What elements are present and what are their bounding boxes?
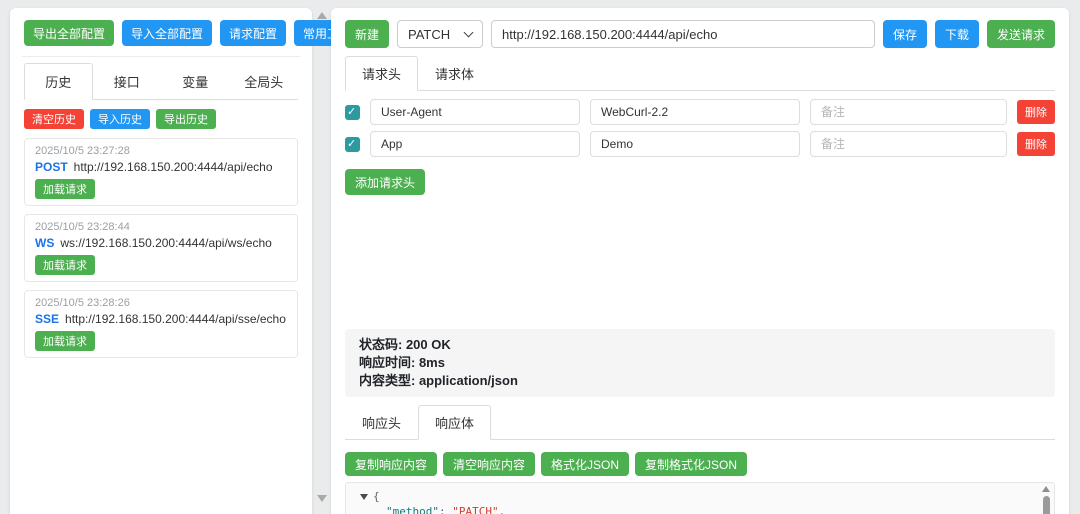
- new-request-button[interactable]: 新建: [345, 20, 390, 48]
- divider: [22, 56, 300, 57]
- scroll-up-icon[interactable]: [1042, 486, 1050, 492]
- method-select-value: PATCH: [408, 26, 451, 42]
- format-json-button[interactable]: 格式化JSON: [541, 452, 630, 476]
- tab-request-body[interactable]: 请求体: [418, 56, 491, 91]
- history-list: 2025/10/5 23:27:28 POST http://192.168.15…: [24, 138, 298, 358]
- header-row: 删除: [345, 99, 1055, 125]
- json-token-str: "PATCH": [452, 505, 499, 514]
- history-timestamp: 2025/10/5 23:28:26: [35, 297, 130, 309]
- delete-header-button[interactable]: 删除: [1017, 132, 1055, 156]
- header-key-input[interactable]: [370, 99, 580, 125]
- request-tabs: 请求头 请求体: [345, 56, 1055, 91]
- tab-variables[interactable]: 变量: [161, 63, 230, 100]
- response-summary: 状态码: 200 OK 响应时间: 8ms 内容类型: application/…: [345, 329, 1055, 397]
- json-token-punc: ,: [498, 505, 506, 514]
- header-enabled-checkbox[interactable]: [345, 104, 360, 120]
- header-key-input[interactable]: [370, 131, 580, 157]
- response-scrollbar[interactable]: [1041, 486, 1051, 514]
- history-item: 2025/10/5 23:28:26 SSE http://192.168.150…: [24, 290, 298, 358]
- history-url: ws://192.168.150.200:4444/api/ws/echo: [60, 236, 272, 250]
- export-history-button[interactable]: 导出历史: [156, 109, 216, 129]
- history-method: SSE: [35, 312, 60, 326]
- json-content: {"method": "PATCH","url": "http://192.16…: [356, 489, 1034, 514]
- sidebar-tabs: 历史 接口 变量 全局头: [24, 63, 298, 100]
- clear-response-button[interactable]: 清空响应内容: [443, 452, 536, 476]
- json-token-punc: :: [438, 505, 453, 514]
- collapse-toggle-icon[interactable]: [360, 494, 368, 500]
- save-button[interactable]: 保存: [882, 20, 927, 48]
- header-note-input[interactable]: [810, 131, 1007, 157]
- history-timestamp: 2025/10/5 23:28:44: [35, 221, 130, 233]
- import-history-button[interactable]: 导入历史: [90, 109, 150, 129]
- history-method: POST: [35, 160, 68, 174]
- scroll-down-icon[interactable]: [317, 495, 327, 502]
- request-config-button[interactable]: 请求配置: [220, 20, 287, 46]
- json-line: "method": "PATCH",: [356, 504, 1034, 514]
- scroll-up-icon[interactable]: [317, 12, 327, 19]
- history-url: http://192.168.150.200:4444/api/echo: [73, 160, 273, 174]
- load-request-button[interactable]: 加载请求: [35, 255, 95, 275]
- response-actions: 复制响应内容 清空响应内容 格式化JSON 复制格式化JSON: [345, 452, 1055, 476]
- response-tabs: 响应头 响应体: [345, 405, 1055, 440]
- tab-response-body[interactable]: 响应体: [418, 405, 492, 440]
- copy-response-button[interactable]: 复制响应内容: [345, 452, 438, 476]
- clear-history-button[interactable]: 清空历史: [24, 109, 84, 129]
- history-request-line: SSE http://192.168.150.200:4444/api/sse/e…: [35, 312, 287, 327]
- copy-formatted-json-button[interactable]: 复制格式化JSON: [635, 452, 748, 476]
- main-panel: 新建 PATCH 保存 下载 发送请求 请求头 请求体 删除: [331, 8, 1069, 514]
- json-token-punc: {: [373, 490, 380, 503]
- content-type-line: 内容类型: application/json: [359, 373, 518, 388]
- download-button[interactable]: 下载: [934, 20, 979, 48]
- tab-history[interactable]: 历史: [24, 63, 93, 100]
- json-line: {: [356, 489, 1034, 504]
- load-request-button[interactable]: 加载请求: [35, 331, 95, 351]
- history-actions: 清空历史 导入历史 导出历史: [24, 109, 298, 129]
- export-all-config-button[interactable]: 导出全部配置: [24, 20, 115, 46]
- history-item: 2025/10/5 23:27:28 POST http://192.168.15…: [24, 138, 298, 206]
- config-button-row: 导出全部配置 导入全部配置 请求配置 常用工具: [24, 20, 361, 46]
- send-request-button[interactable]: 发送请求: [986, 20, 1055, 48]
- tab-request-headers[interactable]: 请求头: [345, 56, 419, 91]
- history-method: WS: [35, 236, 55, 250]
- request-toolbar: 新建 PATCH 保存 下载 发送请求: [345, 20, 1055, 48]
- response-json-view: {"method": "PATCH","url": "http://192.16…: [345, 482, 1055, 514]
- header-enabled-checkbox[interactable]: [345, 136, 360, 152]
- response-time-line: 响应时间: 8ms: [359, 355, 445, 370]
- scrollbar-thumb[interactable]: [1042, 496, 1050, 514]
- history-url: http://192.168.150.200:4444/api/sse/echo: [65, 312, 286, 326]
- sidebar-scrollbar[interactable]: [314, 8, 330, 506]
- header-value-input[interactable]: [590, 131, 800, 157]
- history-timestamp: 2025/10/5 23:27:28: [35, 145, 130, 157]
- chevron-down-icon: [463, 27, 474, 37]
- load-request-button[interactable]: 加载请求: [35, 179, 95, 199]
- tab-global-headers[interactable]: 全局头: [230, 63, 299, 100]
- url-input[interactable]: [491, 20, 875, 48]
- method-select[interactable]: PATCH: [397, 20, 484, 48]
- tab-response-headers[interactable]: 响应头: [345, 405, 418, 440]
- header-value-input[interactable]: [590, 99, 800, 125]
- json-token-key: "method": [386, 505, 439, 514]
- history-request-line: POST http://192.168.150.200:4444/api/echo: [35, 160, 287, 175]
- history-request-line: WS ws://192.168.150.200:4444/api/ws/echo: [35, 236, 287, 251]
- import-all-config-button[interactable]: 导入全部配置: [122, 20, 213, 46]
- delete-header-button[interactable]: 删除: [1017, 100, 1055, 124]
- header-row: 删除: [345, 131, 1055, 157]
- tab-api[interactable]: 接口: [93, 63, 162, 100]
- header-rows: 删除 删除: [345, 99, 1055, 157]
- sidebar-panel: 导出全部配置 导入全部配置 请求配置 常用工具 历史 接口 变量 全局头 清空历…: [10, 8, 361, 514]
- header-note-input[interactable]: [810, 99, 1007, 125]
- history-item: 2025/10/5 23:28:44 WS ws://192.168.150.20…: [24, 214, 298, 282]
- add-header-button[interactable]: 添加请求头: [345, 169, 426, 195]
- status-code-line: 状态码: 200 OK: [359, 337, 451, 352]
